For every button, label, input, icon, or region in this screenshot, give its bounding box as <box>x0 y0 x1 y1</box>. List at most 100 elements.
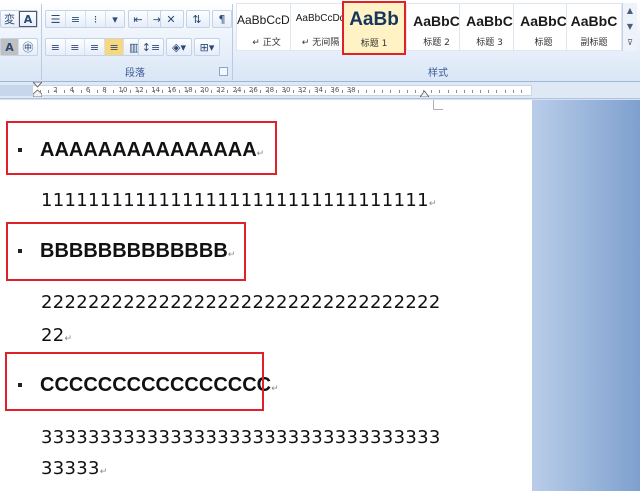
ruler-tick <box>284 90 286 93</box>
ruler-tick <box>431 90 433 93</box>
ruler-number: 24 <box>232 86 242 94</box>
paragraph-line: 2222222222222222222222222222222222 <box>41 292 441 313</box>
style-sample: AaBbCcDd <box>237 13 296 27</box>
ruler-number: 20 <box>200 86 209 94</box>
body-paragraph-3-line-2[interactable]: 33333↵ <box>41 458 108 479</box>
paragraph-mark: ↵ <box>99 467 108 477</box>
borders-icon[interactable]: ⊞▾ <box>195 39 219 55</box>
more-styles-icon[interactable]: ⊽ <box>623 35 637 51</box>
ruler-tick <box>480 90 482 93</box>
bullets-icon[interactable]: ☰ <box>46 11 66 27</box>
style-name: 标题 <box>534 38 553 48</box>
ruler-tick <box>40 90 41 93</box>
ruler-tick <box>398 90 400 93</box>
highlight-box <box>5 352 264 411</box>
ruler-tick <box>423 90 425 93</box>
decrease-indent-icon[interactable]: ⇤ <box>129 11 149 27</box>
ruler-tick <box>374 90 376 93</box>
style-normal[interactable]: AaBbCcDd ↵ 正文 <box>236 3 297 51</box>
ruler-number: 16 <box>167 86 177 94</box>
style-sample: AaBbC <box>466 13 513 29</box>
numbering-icon[interactable]: ≡ <box>66 11 86 27</box>
style-name: 标题 2 <box>423 38 450 48</box>
scroll-up-icon[interactable]: ▲ <box>623 3 637 19</box>
ruler-tick <box>178 90 180 93</box>
highlight-box <box>6 121 277 175</box>
ruler-number: 30 <box>281 86 291 94</box>
style-name: ↵ 正文 <box>252 38 281 48</box>
multilevel-list-icon[interactable]: ⁝ <box>86 11 106 27</box>
ruler-tick <box>276 90 278 93</box>
body-paragraph-2-line-2[interactable]: 22↵ <box>41 325 72 346</box>
ruler-tick <box>162 90 164 93</box>
paragraph-marks-icon[interactable]: ¶ <box>213 11 231 27</box>
ruler-tick <box>414 90 416 93</box>
ruler-tick <box>137 90 139 93</box>
right-indent-icon[interactable] <box>420 82 429 97</box>
horizontal-ruler[interactable]: 2468101214161820222426283032343638 <box>0 82 640 99</box>
ruler-number: 26 <box>248 86 258 94</box>
style-sample: AaBbC <box>570 13 618 29</box>
ruler-tick <box>97 90 99 93</box>
ruler-number: 14 <box>151 86 161 94</box>
ruler-tick <box>113 90 115 93</box>
style-name: 标题 1 <box>360 39 388 49</box>
ruler-tick <box>186 90 188 93</box>
ruler-number: 32 <box>297 86 307 94</box>
ruler-tick <box>366 90 367 93</box>
ruler-tick <box>504 90 506 93</box>
body-paragraph-2[interactable]: 2222222222222222222222222222222222 <box>41 292 441 313</box>
body-paragraph-1[interactable]: 111111111111111111111111111111111↵ <box>41 190 437 211</box>
ruler-tick <box>251 90 253 93</box>
style-subtitle[interactable]: AaBbC 副标题 <box>566 3 622 51</box>
ruler-tick <box>308 90 310 93</box>
justify-icon[interactable]: ≡ <box>104 39 125 55</box>
align-left-icon[interactable]: ≡ <box>46 39 66 55</box>
styles-gallery-scroll[interactable]: ▲ ▼ ⊽ <box>622 3 637 51</box>
shading-icon[interactable]: ◈▾ <box>167 39 191 55</box>
alignment-buttons: ≡ ≡ ≡ ≡ ▥ <box>45 38 145 56</box>
chinese-layout-icon[interactable]: ✕ <box>161 11 181 27</box>
line-spacing-icon[interactable]: ↕≡ <box>139 39 163 55</box>
ruler-tick <box>439 90 441 93</box>
phonetic-guide-icon[interactable]: 変 <box>1 11 19 27</box>
enclose-characters-icon[interactable]: ㊥ <box>19 39 37 55</box>
ruler-number: 36 <box>330 86 340 94</box>
ruler-tick <box>349 90 351 93</box>
ruler-tick <box>357 90 359 93</box>
ruler-tick <box>317 90 319 93</box>
style-sample: AaBb <box>349 9 399 30</box>
style-heading-1[interactable]: AaBb 标题 1 <box>342 1 406 55</box>
ruler-tick <box>512 90 514 93</box>
style-heading-3[interactable]: AaBbC 标题 3 <box>459 3 520 51</box>
paragraph-mark: ↵ <box>64 334 73 344</box>
ruler-number: 38 <box>346 86 356 94</box>
line-spacing-button: ↕≡ <box>138 38 164 56</box>
body-paragraph-3[interactable]: 3333333333333333333333333333333333 <box>41 427 441 448</box>
chevron-down-icon[interactable]: ▾ <box>106 11 124 27</box>
highlight-box <box>6 222 246 281</box>
group-separator <box>232 4 233 80</box>
character-shading-icon[interactable]: A <box>1 39 20 55</box>
ruler-tick <box>194 90 196 93</box>
style-heading-2[interactable]: AaBbC 标题 2 <box>406 3 467 51</box>
style-name: 副标题 <box>580 38 608 48</box>
ruler-tick <box>227 90 229 93</box>
style-title[interactable]: AaBbC 标题 <box>513 3 574 51</box>
ruler-tick <box>463 90 465 93</box>
scroll-down-icon[interactable]: ▼ <box>623 19 637 35</box>
ruler-tick <box>170 90 172 93</box>
paragraph-dialog-launcher[interactable] <box>219 67 228 76</box>
ruler-number: 34 <box>314 86 324 94</box>
workspace-background <box>532 100 640 491</box>
ruler-tick <box>292 90 294 93</box>
ruler-tick <box>447 90 449 93</box>
sort-icon[interactable]: ⇅ <box>187 11 207 27</box>
paragraph-group-label: 段落 <box>125 68 145 79</box>
ruler-tick <box>56 90 58 93</box>
align-right-icon[interactable]: ≡ <box>85 39 105 55</box>
ruler-tick <box>203 90 204 93</box>
ruler-tick <box>406 90 408 93</box>
character-border-icon[interactable]: A <box>18 11 37 27</box>
align-center-icon[interactable]: ≡ <box>66 39 86 55</box>
